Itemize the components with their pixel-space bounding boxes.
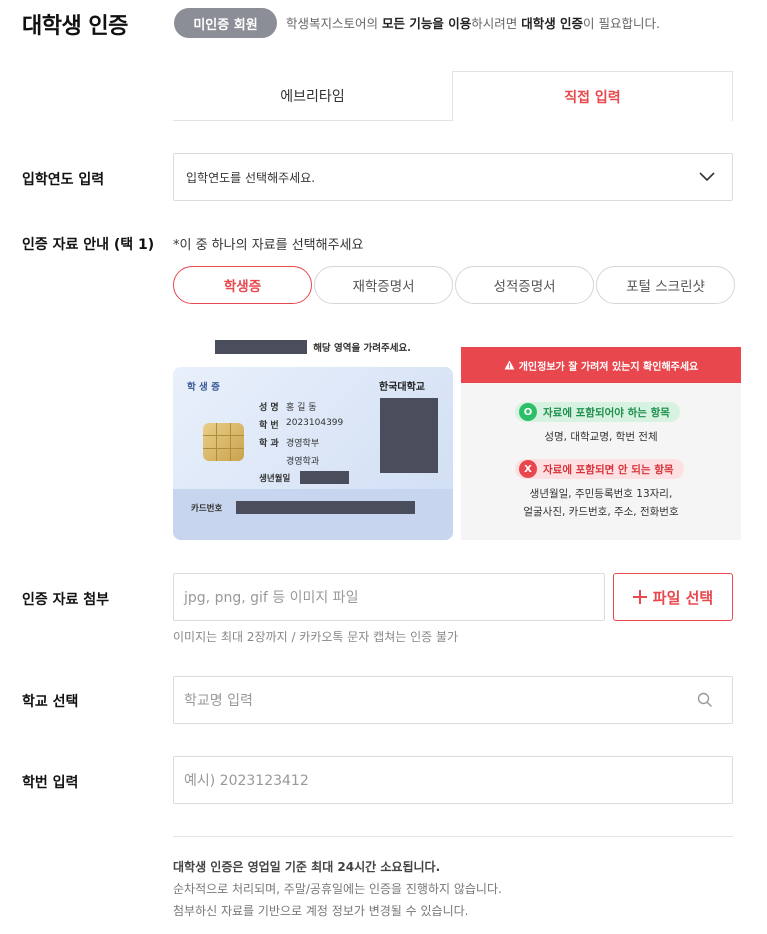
file-input[interactable]: jpg, png, gif 등 이미지 파일 — [173, 573, 605, 621]
card-bottom-strip — [173, 489, 453, 540]
dept-value-2: 경영학과 — [286, 457, 320, 467]
notice-line-2: 순차적으로 처리되며, 주말/공휴일에는 인증을 진행하지 않습니다. — [173, 882, 502, 896]
plus-icon — [632, 590, 647, 604]
birth-mask — [300, 471, 349, 484]
card-no-mask — [236, 501, 415, 514]
cover-note-text: 해당 영역을 가려주세요. — [313, 343, 411, 354]
admission-year-placeholder: 입학연도를 선택해주세요. — [186, 170, 316, 185]
privacy-warning-panel: 개인정보가 잘 가려져 있는지 확인해주세요 O 자료에 포함되어야 하는 항목… — [461, 347, 741, 540]
exclude-mark-icon: X — [519, 460, 537, 478]
exclude-items-2: 얼굴사진, 카드번호, 주소, 전화번호 — [523, 506, 679, 518]
chevron-down-icon — [699, 172, 715, 182]
admission-year-label: 입학연도 입력 — [22, 172, 105, 188]
file-select-label: 파일 선택 — [652, 588, 714, 607]
file-input-placeholder: jpg, png, gif 등 이미지 파일 — [184, 590, 359, 606]
divider — [173, 836, 733, 837]
student-id-input[interactable]: 예시) 2023123412 — [173, 756, 733, 804]
doc-option-transcript[interactable]: 성적증명서 — [455, 266, 594, 304]
search-icon[interactable] — [697, 692, 713, 708]
card-university: 한국대학교 — [379, 382, 425, 393]
name-value: 홍 길 동 — [286, 403, 317, 413]
exclude-title: 자료에 포함되면 안 되는 항목 — [543, 463, 674, 476]
doc-option-portal-screenshot[interactable]: 포털 스크린샷 — [596, 266, 735, 304]
desc-bold-1: 모든 기능을 이용 — [381, 16, 472, 31]
desc-prefix: 학생복지스토어의 — [286, 16, 382, 31]
desc-suffix: 이 필요합니다. — [583, 16, 660, 31]
id-value: 2023104399 — [286, 418, 344, 428]
desc-bold-2: 대학생 인증 — [521, 16, 584, 31]
doc-option-enrollment-cert[interactable]: 재학증명서 — [314, 266, 453, 304]
documents-label: 인증 자료 안내 (택 1) — [22, 237, 155, 253]
exclude-tag: X 자료에 포함되면 안 되는 항목 — [515, 459, 684, 479]
tab-direct-input[interactable]: 직접 입력 — [452, 71, 733, 121]
include-title: 자료에 포함되어야 하는 항목 — [543, 406, 670, 419]
name-label: 성 명 — [259, 403, 279, 413]
card-title: 학 생 증 — [187, 382, 220, 393]
exclude-items-1: 생년월일, 주민등록번호 13자리, — [529, 488, 673, 500]
birth-label: 생년월일 — [259, 474, 291, 484]
student-id-placeholder: 예시) 2023123412 — [184, 773, 309, 789]
notice-line-3: 첨부하신 자료를 기반으로 계정 정보가 변경될 수 있습니다. — [173, 904, 469, 918]
attachment-note: 이미지는 최대 2장까지 / 카카오톡 문자 캡쳐는 인증 불가 — [173, 630, 459, 644]
include-tag: O 자료에 포함되어야 하는 항목 — [515, 402, 680, 422]
desc-mid: 하시려면 — [471, 16, 522, 31]
header-description: 학생복지스토어의 모든 기능을 이용하시려면 대학생 인증이 필요합니다. — [286, 13, 660, 32]
attachment-label: 인증 자료 첨부 — [22, 592, 110, 608]
photo-mask — [380, 398, 438, 473]
id-label: 학 번 — [259, 421, 279, 431]
mask-bar — [215, 340, 308, 354]
doc-option-student-card[interactable]: 학생증 — [173, 266, 312, 304]
school-placeholder: 학교명 입력 — [184, 693, 253, 709]
include-items: 성명, 대학교명, 학번 전체 — [544, 431, 658, 443]
dept-value-1: 경영학부 — [286, 439, 320, 449]
status-badge: 미인증 회원 — [174, 8, 277, 38]
student-id-label: 학번 입력 — [22, 775, 79, 791]
school-search-input[interactable]: 학교명 입력 — [173, 676, 733, 724]
card-chip-icon — [203, 423, 244, 461]
auth-method-tabs: 에브리타임 직접 입력 — [173, 71, 733, 121]
cover-note: 해당 영역을 가려주세요. — [173, 339, 453, 355]
admission-year-select[interactable]: 입학연도를 선택해주세요. — [173, 153, 733, 201]
include-mark-icon: O — [519, 403, 537, 421]
sample-student-card-image: 해당 영역을 가려주세요. 학 생 증 한국대학교 성 명 홍 길 동 학 번 … — [173, 325, 453, 540]
warning-header-text: 개인정보가 잘 가려져 있는지 확인해주세요 — [518, 361, 699, 373]
page-title: 대학생 인증 — [22, 14, 128, 39]
card-no-label: 카드번호 — [191, 504, 223, 514]
warning-icon — [504, 360, 515, 370]
file-select-button[interactable]: 파일 선택 — [613, 573, 733, 621]
tab-everytime[interactable]: 에브리타임 — [173, 71, 452, 121]
notice-line-1: 대학생 인증은 영업일 기준 최대 24시간 소요됩니다. — [173, 860, 441, 874]
id-card: 학 생 증 한국대학교 성 명 홍 길 동 학 번 2023104399 학 과… — [173, 367, 453, 540]
dept-label: 학 과 — [259, 439, 279, 449]
warning-header: 개인정보가 잘 가려져 있는지 확인해주세요 — [461, 347, 741, 383]
documents-hint: *이 중 하나의 자료를 선택해주세요 — [173, 238, 364, 253]
school-label: 학교 선택 — [22, 694, 79, 710]
